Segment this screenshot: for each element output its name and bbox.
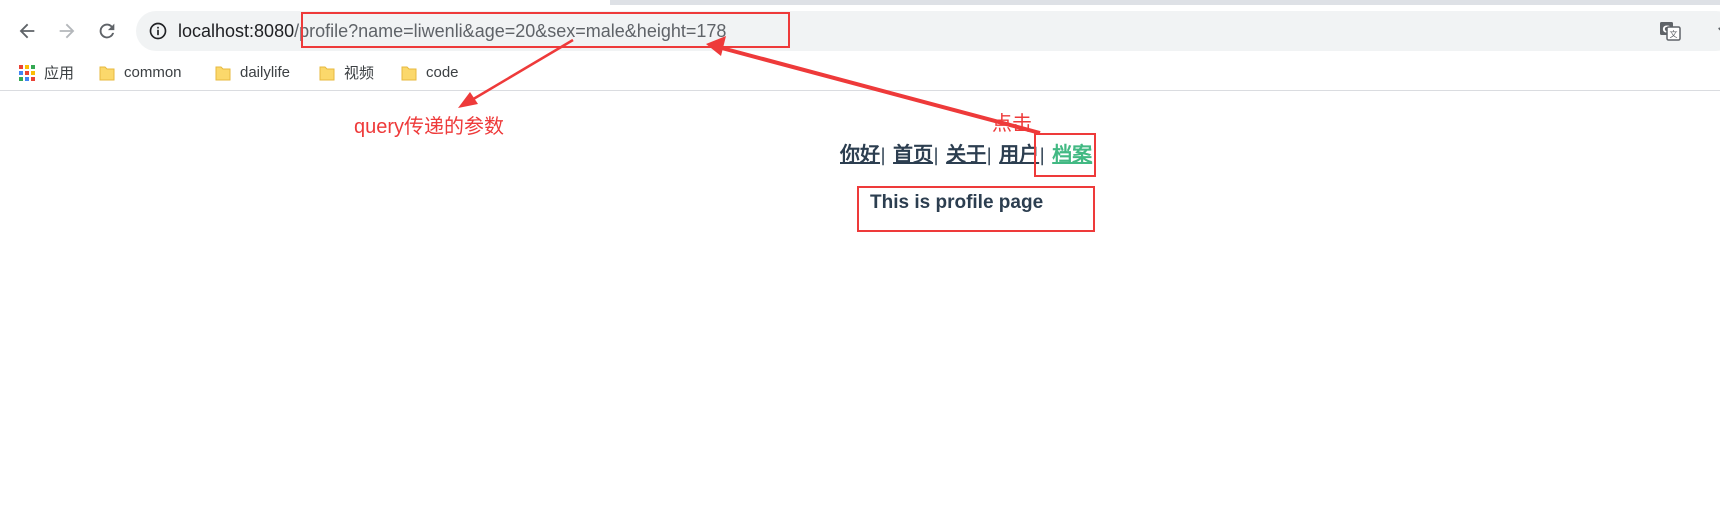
annotation-click-label: 点击 xyxy=(992,113,1032,135)
reload-icon xyxy=(99,23,115,39)
annotation-page-content-box xyxy=(857,186,1095,232)
annotation-profile-link-box xyxy=(1034,133,1096,177)
back-button[interactable] xyxy=(10,14,44,48)
bookmark-dailylife[interactable]: dailylife xyxy=(214,55,290,90)
annotation-url-query-box xyxy=(301,12,790,48)
bookmark-label: common xyxy=(124,64,182,81)
forward-button[interactable] xyxy=(50,14,84,48)
bookmark-label: 应用 xyxy=(44,65,75,82)
arrow-left-icon xyxy=(19,23,35,39)
bookmarks-bar: 应用 common dailylife 视频 code xyxy=(0,55,1720,91)
nav-separator: | xyxy=(880,145,887,166)
folder-icon xyxy=(319,66,335,80)
svg-text:文: 文 xyxy=(1670,29,1678,39)
reload-button[interactable] xyxy=(90,14,124,48)
nav-link-hello[interactable]: 你好 xyxy=(840,142,880,166)
nav-separator: | xyxy=(986,145,993,166)
folder-icon xyxy=(99,66,115,80)
nav-separator: | xyxy=(933,145,940,166)
folder-icon xyxy=(401,66,417,80)
bookmark-video[interactable]: 视频 xyxy=(318,55,374,90)
nav-link-home[interactable]: 首页 xyxy=(893,142,933,166)
bookmark-code[interactable]: code xyxy=(400,55,459,90)
bookmark-apps[interactable]: 应用 xyxy=(18,55,74,90)
bookmark-label: 视频 xyxy=(344,65,375,82)
bookmark-label: code xyxy=(426,64,459,81)
apps-grid-icon xyxy=(19,64,35,81)
translate-icon[interactable]: G 文 xyxy=(1658,19,1682,43)
url-host: localhost:8080 xyxy=(178,21,295,41)
nav-link-about[interactable]: 关于 xyxy=(946,142,986,166)
star-icon[interactable] xyxy=(1716,19,1720,43)
annotation-query-label: query传递的参数 xyxy=(354,116,505,138)
bookmark-label: dailylife xyxy=(240,64,291,81)
bookmark-common[interactable]: common xyxy=(98,55,182,90)
info-icon[interactable] xyxy=(148,21,168,41)
folder-icon xyxy=(215,66,231,80)
arrow-right-icon xyxy=(59,23,75,39)
browser-toolbar: localhost:8080/profile?name=liwenli&age=… xyxy=(0,5,1720,55)
